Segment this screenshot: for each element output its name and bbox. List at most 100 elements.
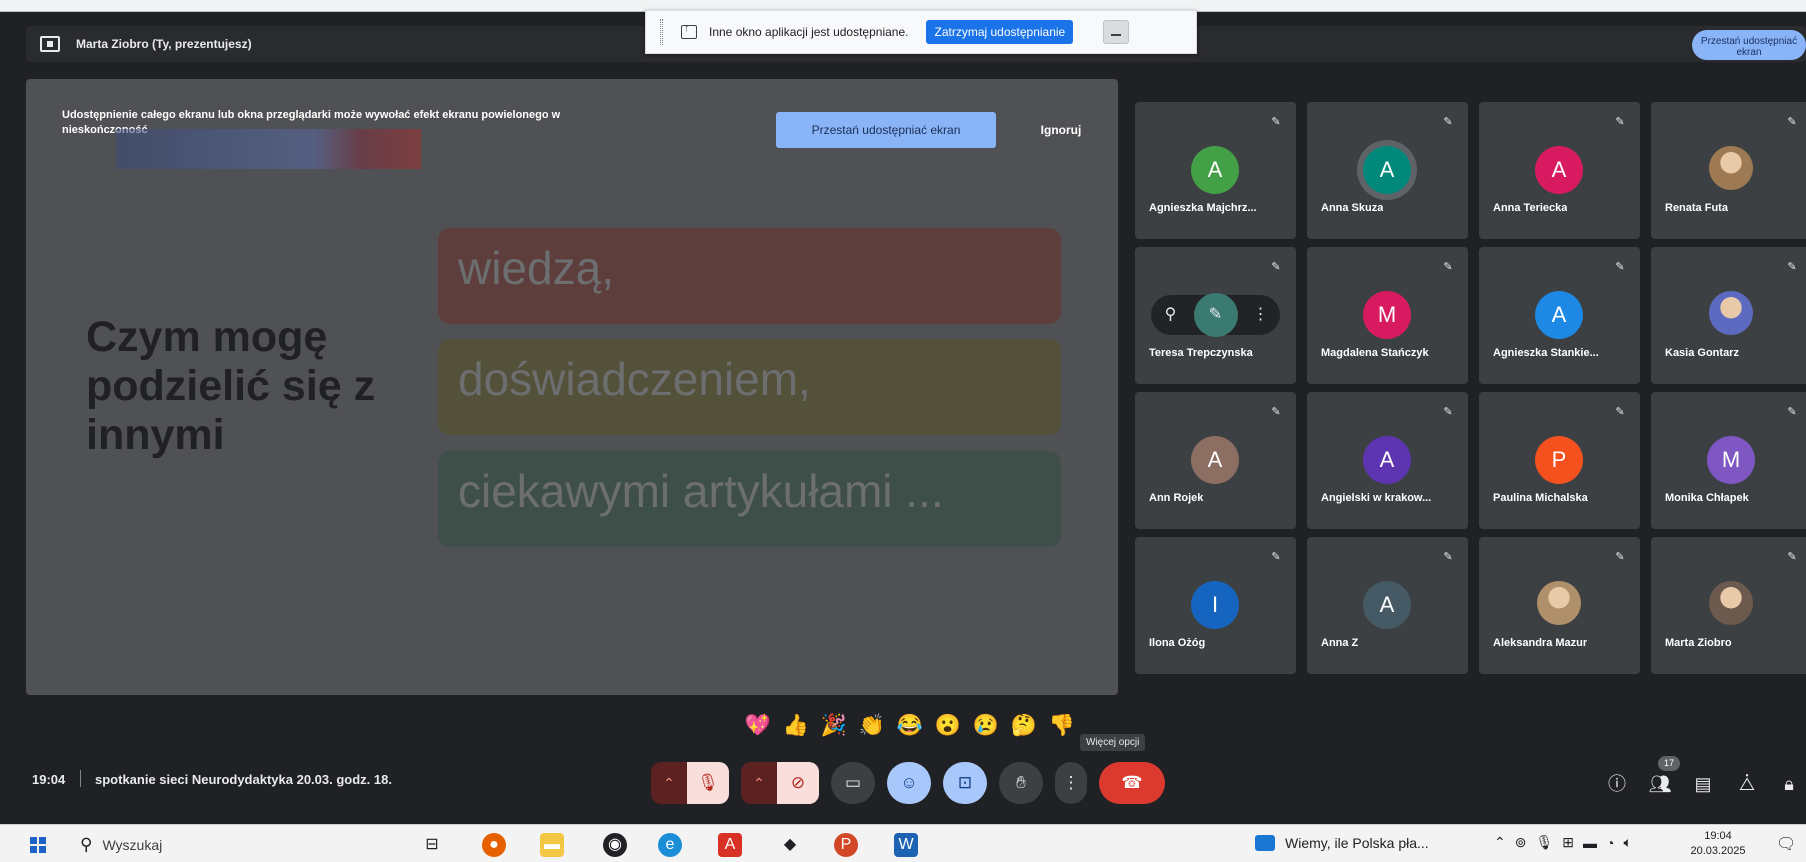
meeting-details-icon[interactable]: ⓘ (1604, 771, 1630, 797)
tray-app-icon[interactable]: ⊚ (1515, 834, 1527, 851)
participant-tile[interactable]: ✎ A Anna Skuza (1307, 102, 1468, 239)
reaction-emoji-button[interactable]: 👎 (1048, 712, 1076, 740)
participant-tile[interactable]: ✎ M Magdalena Stańczyk (1307, 247, 1468, 384)
powerpoint-icon[interactable]: P (834, 833, 858, 857)
wifi-icon[interactable]: ◔ (1606, 835, 1614, 851)
participant-tile[interactable]: ✎ A Anna Teriecka (1479, 102, 1640, 239)
app-diamond-icon[interactable]: ◆ (778, 833, 802, 857)
participant-tile[interactable]: ✎TTeresa Trepczynska⚲✎⋮ (1135, 247, 1296, 384)
avatar: A (1535, 291, 1583, 339)
participant-tile[interactable]: ✎ Marta Ziobro (1651, 537, 1806, 674)
file-explorer-icon[interactable]: ▬ (540, 833, 564, 857)
tile-hover-controls: ⚲ ✎ ⋮ (1151, 293, 1280, 337)
participant-count-badge: 17 (1658, 756, 1680, 771)
task-view-icon[interactable]: ⊟ (420, 833, 444, 857)
emoji-reactions-icon[interactable]: ☺ (887, 762, 931, 804)
drag-handle[interactable] (660, 19, 663, 45)
slide-item-text: wiedzą, (458, 242, 614, 294)
raise-hand-icon[interactable]: ✋︎ (999, 762, 1043, 804)
muted-mic-icon: ✎ (1443, 116, 1453, 128)
edge-icon[interactable]: e (658, 833, 682, 857)
minimize-notification-button[interactable] (1103, 20, 1130, 44)
participant-tile[interactable]: ✎ A Agnieszka Stankie... (1479, 247, 1640, 384)
presentation-stage: Udostępnienie całego ekranu lub okna prz… (26, 79, 1118, 695)
ignore-button[interactable]: Ignoruj (1026, 112, 1096, 148)
present-screen-icon (40, 36, 60, 52)
pin-icon[interactable]: ⚲ (1155, 299, 1187, 331)
participant-tile[interactable]: ✎ P Paulina Michalska (1479, 392, 1640, 529)
camera-off-icon[interactable]: ⊘ (777, 762, 819, 804)
avatar-photo (1537, 581, 1581, 625)
news-widget[interactable]: Wiemy, ile Polska pła... (1255, 835, 1429, 851)
participant-name: Kasia Gontarz (1665, 347, 1739, 359)
participant-name: Anna Skuza (1321, 202, 1384, 214)
muted-mic-icon: ✎ (1443, 406, 1453, 418)
reaction-emoji-button[interactable]: 😂 (896, 712, 924, 740)
more-options-icon[interactable]: ⋮ (1055, 762, 1087, 804)
people-icon[interactable]: 👥︎ (1647, 771, 1673, 797)
news-icon (1255, 835, 1275, 851)
avatar-photo (1709, 581, 1753, 625)
slide-item: wiedzą, (438, 228, 1061, 324)
muted-mic-icon: ✎ (1615, 261, 1625, 273)
captions-icon[interactable]: ▭ (831, 762, 875, 804)
reaction-emoji-button[interactable]: 😮 (934, 712, 962, 740)
participant-more-options-icon[interactable]: ⋮ (1245, 299, 1277, 331)
tray-monitor-icon[interactable]: ⊞ (1562, 834, 1574, 851)
leave-call-icon[interactable]: ☎︎ (1099, 762, 1165, 804)
participant-tile[interactable]: ✎ A Anna Z (1307, 537, 1468, 674)
reaction-emoji-button[interactable]: 🎉 (820, 712, 848, 740)
call-controls: ⌃ 🎙︎ ⌃ ⊘ ▭ ☺ ⊡ ✋︎ ⋮ ☎︎ (651, 762, 1165, 804)
participant-tile[interactable]: ✎ A Agnieszka Majchrz... (1135, 102, 1296, 239)
audio-options-chevron-icon[interactable]: ⌃ (651, 762, 687, 804)
notifications-icon[interactable]: 🗨︎ (1776, 834, 1796, 854)
muted-mic-icon: ✎ (1787, 261, 1797, 273)
battery-icon[interactable]: ▬ (1583, 835, 1597, 851)
mute-participant-icon[interactable]: ✎ (1193, 293, 1238, 337)
show-hidden-icons-chevron-icon[interactable]: ⌃ (1494, 834, 1506, 851)
microphone-off-icon[interactable]: 🎙︎ (687, 762, 729, 804)
participant-tile[interactable]: ✎ Aleksandra Mazur (1479, 537, 1640, 674)
search-placeholder: Wyszukaj (102, 837, 163, 853)
news-headline: Wiemy, ile Polska pła... (1285, 835, 1429, 851)
host-controls-icon[interactable]: 🔒︎ (1776, 771, 1802, 797)
reaction-emoji-button[interactable]: 🤔 (1010, 712, 1038, 740)
app-icon[interactable]: ◉ (603, 833, 627, 857)
reaction-emoji-button[interactable]: 😢 (972, 712, 1000, 740)
divider (80, 770, 81, 787)
stop-sharing-button[interactable]: Zatrzymaj udostępnianie (926, 20, 1074, 44)
side-actions: ⓘ 👥︎ 17 ▤ ⧊ 🔒︎ (1598, 756, 1806, 806)
participant-tile[interactable]: ✎ A Ann Rojek (1135, 392, 1296, 529)
reaction-emoji-button[interactable]: 💖 (744, 712, 772, 740)
microphone-icon[interactable]: 🎙︎ (1535, 834, 1553, 851)
participant-tile[interactable]: ✎ A Angielski w krakow... (1307, 392, 1468, 529)
word-icon[interactable]: W (894, 833, 918, 857)
participant-tile[interactable]: ✎ M Monika Chłapek (1651, 392, 1806, 529)
activities-icon[interactable]: ⧊ (1734, 771, 1760, 797)
taskbar-search[interactable]: ⚲ Wyszukaj (80, 834, 350, 856)
system-tray: ⌃ ⊚ 🎙︎ ⊞ ▬ ◔ 🔈︎ (1494, 834, 1632, 851)
avatar: A (1191, 146, 1239, 194)
avatar-photo (1709, 291, 1753, 335)
participant-tile[interactable]: ✎ Kasia Gontarz (1651, 247, 1806, 384)
muted-mic-icon: ✎ (1615, 551, 1625, 563)
avatar: A (1363, 436, 1411, 484)
acrobat-icon[interactable]: A (718, 833, 742, 857)
participant-tile[interactable]: ✎ Renata Futa (1651, 102, 1806, 239)
stop-sharing-top-button[interactable]: Przestań udostępniać ekran (1692, 30, 1806, 60)
windows-start-icon[interactable] (30, 837, 46, 853)
firefox-icon[interactable]: ● (482, 833, 506, 857)
stop-sharing-stage-button[interactable]: Przestań udostępniać ekran (776, 112, 996, 148)
muted-mic-icon: ✎ (1615, 116, 1625, 128)
reaction-emoji-button[interactable]: 👍 (782, 712, 810, 740)
video-options-chevron-icon[interactable]: ⌃ (741, 762, 777, 804)
chat-icon[interactable]: ▤ (1690, 771, 1716, 797)
search-icon: ⚲ (80, 835, 93, 854)
reaction-emoji-button[interactable]: 👏 (858, 712, 886, 740)
participant-name: Angielski w krakow... (1321, 492, 1432, 504)
volume-icon[interactable]: 🔈︎ (1623, 834, 1631, 851)
participant-tile[interactable]: ✎ I Ilona Ożóg (1135, 537, 1296, 674)
participant-grid: ✎ A Agnieszka Majchrz... ✎ A Anna Skuza ✎ A Anna… (1135, 102, 1806, 676)
tray-clock[interactable]: 19:04 20.03.2025 (1688, 829, 1748, 859)
present-now-icon[interactable]: ⊡ (943, 762, 987, 804)
